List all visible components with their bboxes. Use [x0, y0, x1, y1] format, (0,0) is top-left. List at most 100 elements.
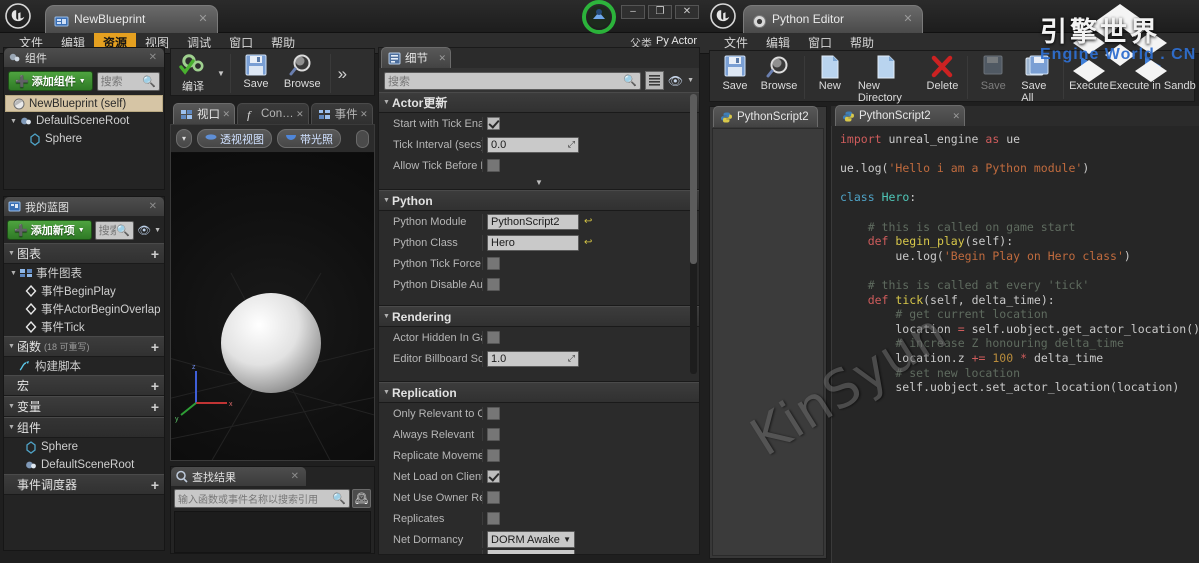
checkbox-replicates[interactable] [487, 512, 500, 525]
add-component-button[interactable]: ➕ 添加组件 ▼ [8, 71, 93, 91]
expander-icon[interactable]: ▼ [10, 118, 19, 125]
expander-icon[interactable]: ▼ [383, 389, 392, 396]
tab-construction-script[interactable]: f Con… ✕ [237, 103, 309, 124]
search-icon[interactable]: 🔍 [623, 74, 637, 87]
section-header-components[interactable]: ▼ 组件 [4, 417, 164, 438]
class-defaults-orb-icon[interactable] [582, 0, 616, 34]
input-editor-billboard-scale[interactable]: 1.0 ⤢ [487, 350, 579, 367]
checkbox-actor-hidden-in-game[interactable] [487, 331, 500, 344]
close-icon[interactable]: ✕ [952, 111, 960, 122]
list-item-construction-script[interactable]: 构建脚本 [4, 357, 164, 375]
viewport-more-button[interactable] [356, 129, 369, 148]
search-icon[interactable]: 🔍 [332, 492, 346, 505]
list-item-sphere[interactable]: Sphere [4, 438, 164, 456]
add-graph-button[interactable]: + [151, 247, 159, 261]
section-header-event-dispatchers[interactable]: 事件调度器 + [4, 474, 164, 495]
add-macro-button[interactable]: + [151, 379, 159, 393]
search-icon[interactable]: 🔍 [116, 224, 130, 237]
python-file-tree-list[interactable] [712, 128, 824, 556]
find-results-panel-header[interactable]: 查找结果 ✕ [171, 467, 306, 486]
eye-icon[interactable]: 👁 [137, 224, 151, 237]
browse-button[interactable]: Browse [278, 52, 327, 90]
details-scrollbar[interactable] [690, 94, 697, 374]
dropdown-next[interactable] [487, 550, 575, 554]
list-item-event-graph[interactable]: ▼ 事件图表 [4, 264, 164, 282]
list-item-event-beginplay[interactable]: 事件BeginPlay [4, 282, 164, 300]
my-blueprint-search-input[interactable]: 搜索 🔍 [94, 220, 135, 240]
expander-icon[interactable]: ▼ [383, 99, 392, 106]
python-delete-button[interactable]: Delete [920, 54, 964, 92]
find-results-search-input[interactable]: 输入函数或事件名称以搜索引用 🔍 [174, 489, 350, 508]
spinner-icon[interactable]: ⤢ [568, 139, 575, 150]
category-actor-tick[interactable]: ▼ Actor更新 [379, 92, 699, 113]
minimize-button[interactable]: – [621, 5, 645, 19]
checkbox-replicate-movement[interactable] [487, 449, 500, 462]
checkbox-only-relevant-to-owner[interactable] [487, 407, 500, 420]
list-item-defaultsceneroot[interactable]: DefaultSceneRoot [4, 456, 164, 474]
close-icon[interactable]: ✕ [197, 12, 209, 26]
checkbox-net-load-on-client[interactable] [487, 470, 500, 483]
save-button[interactable]: Save [234, 52, 278, 90]
lit-button[interactable]: 带光照 [277, 129, 342, 148]
close-icon[interactable]: ✕ [288, 471, 302, 482]
eye-icon[interactable]: 👁 [668, 74, 683, 88]
close-icon[interactable]: ✕ [360, 109, 368, 120]
perspective-button[interactable]: 透视视图 [197, 129, 273, 148]
input-tick-interval[interactable]: 0.0 ⤢ [487, 136, 579, 153]
checkbox-python-disable-auto-binding[interactable] [487, 278, 500, 291]
revert-icon[interactable]: ↩ [584, 237, 592, 248]
close-icon[interactable]: ✕ [146, 201, 160, 212]
chevron-down-icon[interactable]: ▼ [687, 77, 694, 84]
my-blueprint-panel-header[interactable]: 我的蓝图 ✕ [4, 197, 164, 216]
expander-icon[interactable]: ▼ [383, 197, 392, 204]
revert-icon[interactable]: ↩ [584, 216, 592, 227]
spinner-icon[interactable]: ⤢ [568, 353, 575, 364]
search-icon[interactable]: 🔍 [142, 75, 156, 88]
category-replication[interactable]: ▼ Replication [379, 382, 699, 403]
section-header-variables[interactable]: ▼ 变量 + [4, 396, 164, 417]
checkbox-net-use-owner-relevancy[interactable] [487, 491, 500, 504]
section-header-macros[interactable]: 宏 + [4, 375, 164, 396]
tree-item-defaultsceneroot[interactable]: ▼ DefaultSceneRoot [4, 112, 164, 130]
maximize-button[interactable]: ❐ [648, 5, 672, 19]
checkbox-allow-tick-before-begin-play[interactable] [487, 159, 500, 172]
blueprint-document-tab[interactable]: NewBlueprint ✕ [45, 5, 218, 33]
tab-viewport[interactable]: 视口 ✕ [173, 103, 235, 124]
expander-icon[interactable]: ▼ [8, 424, 17, 431]
expander-icon[interactable]: ▼ [8, 250, 17, 257]
tab-pythonscript2[interactable]: PythonScript2 ✕ [835, 105, 965, 126]
find-in-blueprints-icon[interactable]: 🕰 [352, 489, 371, 508]
expander-icon[interactable]: ▼ [8, 403, 17, 410]
add-event-dispatcher-button[interactable]: + [151, 478, 159, 492]
close-icon[interactable]: ✕ [146, 52, 160, 63]
checkbox-python-tick-force-disabled[interactable] [487, 257, 500, 270]
viewport-options-button[interactable]: ▾ [176, 129, 193, 148]
category-expander-row[interactable]: ▼ [379, 176, 699, 189]
toolbar-overflow-button[interactable]: » [334, 64, 351, 84]
input-python-class[interactable]: Hero [487, 234, 579, 251]
tab-details[interactable]: 细节 ✕ [381, 47, 451, 68]
find-results-list[interactable] [174, 511, 371, 553]
category-rendering[interactable]: ▼ Rendering [379, 306, 699, 327]
python-save-button[interactable]: Save [713, 54, 757, 92]
close-icon[interactable]: ✕ [296, 109, 304, 120]
checkbox-always-relevant[interactable] [487, 428, 500, 441]
tab-event-graph[interactable]: 事件 ✕ [310, 103, 373, 124]
list-item-event-tick[interactable]: 事件Tick [4, 318, 164, 336]
python-browse-button[interactable]: Browse [757, 54, 801, 92]
tab-python-file-tree[interactable]: PythonScript2 [713, 106, 818, 127]
python-document-tab[interactable]: Python Editor ✕ [743, 5, 923, 33]
tree-item-newblueprint-self[interactable]: NewBlueprint (self) [5, 95, 163, 112]
list-item-event-actorbeginoverlap[interactable]: 事件ActorBeginOverlap [4, 300, 164, 318]
chevron-down-icon[interactable]: ▼ [154, 227, 161, 234]
close-button[interactable]: ✕ [675, 5, 699, 19]
python-new-button[interactable]: New [808, 54, 852, 92]
components-panel-header[interactable]: 组件 ✕ [4, 48, 164, 67]
display-options-icon[interactable] [644, 71, 664, 90]
section-header-functions[interactable]: ▼ 函数 (18 可重写) + [4, 336, 164, 357]
compile-dropdown-icon[interactable]: ▼ [217, 69, 225, 78]
viewport-scene[interactable]: z x y [171, 153, 374, 460]
expander-icon[interactable]: ▼ [8, 343, 17, 350]
add-variable-button[interactable]: + [151, 400, 159, 414]
close-icon[interactable]: ✕ [222, 109, 230, 120]
